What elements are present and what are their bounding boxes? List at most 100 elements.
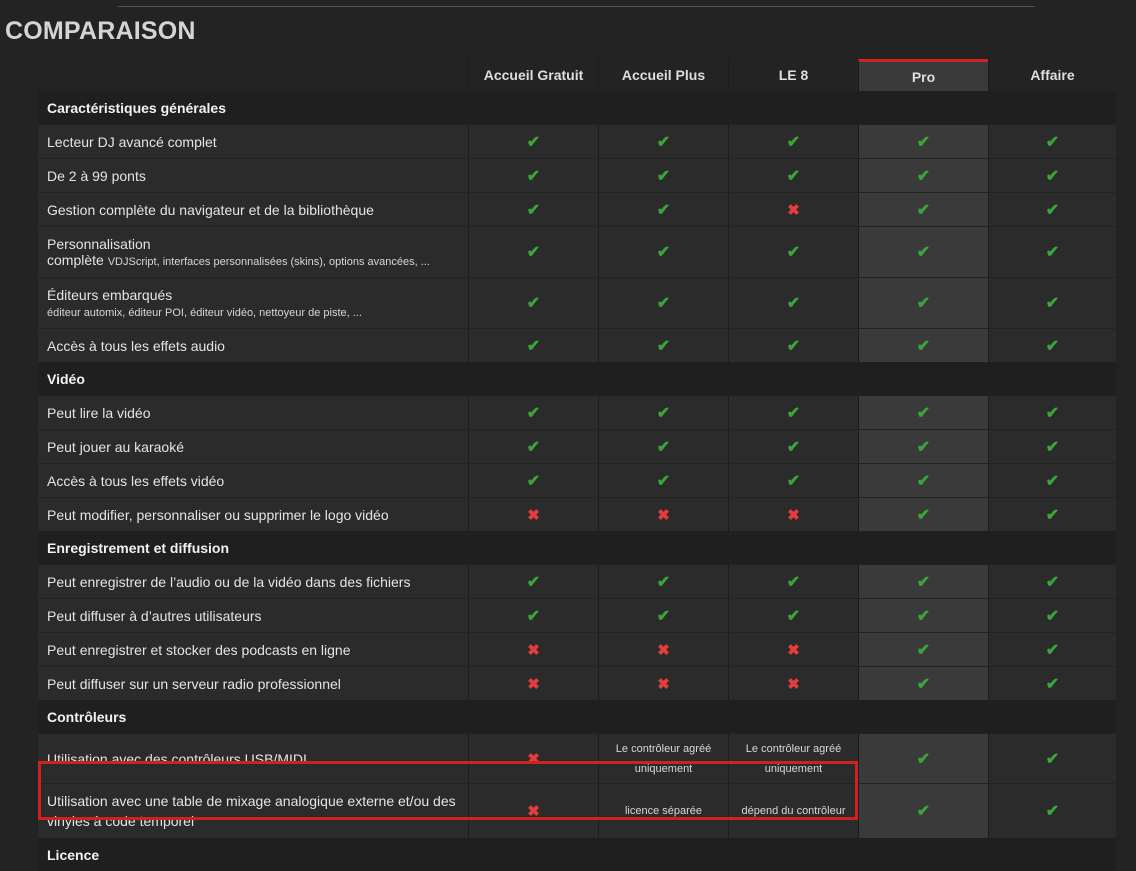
feature-cell: ✖ — [598, 633, 728, 666]
feature-cell: ✔ — [598, 159, 728, 192]
row-label-text: Éditeurs embarqués — [47, 287, 468, 303]
check-icon: ✔ — [1045, 337, 1060, 355]
table-row: Accès à tous les effets audio ✔ ✔ ✔ ✔ ✔ — [38, 328, 1116, 362]
cross-icon: ✖ — [527, 675, 540, 693]
check-icon: ✔ — [1045, 133, 1060, 151]
row-label-main: Personnalisation — [47, 236, 151, 252]
row-label: Peut diffuser à d’autres utilisateurs — [38, 599, 468, 632]
check-icon: ✔ — [1045, 201, 1060, 219]
cross-icon: ✖ — [657, 641, 670, 659]
check-icon: ✔ — [1045, 295, 1060, 312]
row-label: Peut diffuser sur un serveur radio profe… — [38, 667, 468, 700]
cross-icon: ✖ — [787, 675, 800, 693]
check-icon: ✔ — [916, 472, 931, 490]
feature-cell: ✔ — [988, 227, 1116, 277]
feature-cell: ✔ — [858, 667, 988, 700]
cell-note: Le contrôleur agréé uniquement — [745, 742, 842, 775]
feature-cell: ✔ — [858, 734, 988, 783]
feature-cell: ✔ — [468, 565, 598, 598]
row-label-main: Utilisation avec des contrôleurs USB/MID… — [47, 750, 307, 767]
feature-cell: ✔ — [988, 633, 1116, 666]
check-icon: ✔ — [656, 337, 671, 355]
section-title: Enregistrement et diffusion — [47, 539, 230, 556]
row-label: Peut enregistrer de l’audio ou de la vid… — [38, 565, 468, 598]
row-label-text: Lecteur DJ avancé complet — [47, 134, 468, 150]
section-title: Caractéristiques générales — [47, 99, 226, 116]
check-icon: ✔ — [526, 472, 541, 490]
feature-cell: ✔ — [468, 430, 598, 463]
feature-cell: ✔ — [468, 227, 598, 277]
row-label-text: Accès à tous les effets audio — [47, 338, 468, 354]
feature-cell: ✖ — [468, 734, 598, 783]
check-icon: ✔ — [526, 404, 541, 422]
table-row: Peut modifier, personnaliser ou supprime… — [38, 497, 1116, 531]
check-icon: ✔ — [916, 750, 931, 768]
feature-cell: ✔ — [728, 599, 858, 632]
check-icon: ✔ — [656, 244, 671, 261]
table-row: Utilisation avec une table de mixage ana… — [38, 783, 1116, 838]
row-label: Lecteur DJ avancé complet — [38, 125, 468, 158]
feature-cell: ✖ — [468, 498, 598, 531]
feature-cell: ✔ — [728, 464, 858, 497]
section-header: Vidéo — [38, 362, 1116, 395]
feature-cell: ✔ — [598, 464, 728, 497]
check-icon: ✔ — [916, 337, 931, 355]
feature-cell: ✔ — [598, 227, 728, 277]
feature-cell: ✔ — [728, 227, 858, 277]
row-label-main: Accès à tous les effets vidéo — [47, 472, 225, 489]
check-icon: ✔ — [526, 438, 541, 456]
row-label: Peut jouer au karaoké — [38, 430, 468, 463]
section-header: Licence — [38, 838, 1116, 871]
feature-cell: ✔ — [988, 565, 1116, 598]
feature-cell: ✔ — [858, 193, 988, 226]
cross-icon: ✖ — [527, 506, 540, 524]
row-label: Accès à tous les effets audio — [38, 329, 468, 362]
cross-icon: ✖ — [787, 506, 800, 524]
row-label-text: Peut enregistrer de l’audio ou de la vid… — [47, 574, 468, 590]
feature-cell: ✔ — [598, 599, 728, 632]
table-header-row: Accueil Gratuit Accueil Plus LE 8 Pro Af… — [38, 59, 1116, 91]
row-label-text: Utilisation avec une table de mixage ana… — [47, 791, 468, 831]
feature-cell: Le contrôleur agréé uniquement — [598, 734, 728, 783]
feature-cell: ✔ — [988, 599, 1116, 632]
feature-cell: ✔ — [858, 159, 988, 192]
check-icon: ✔ — [1045, 573, 1060, 591]
section-header: Contrôleurs — [38, 700, 1116, 733]
check-icon: ✔ — [916, 803, 931, 820]
feature-cell: ✔ — [988, 125, 1116, 158]
check-icon: ✔ — [526, 295, 541, 312]
column-header-affaire: Affaire — [988, 59, 1116, 91]
check-icon: ✔ — [656, 607, 671, 625]
check-icon: ✔ — [1045, 607, 1060, 625]
check-icon: ✔ — [786, 438, 801, 456]
section-title: Vidéo — [47, 370, 85, 387]
cross-icon: ✖ — [527, 750, 540, 768]
cell-note: dépend du contrôleur — [741, 805, 846, 817]
check-icon: ✔ — [1045, 244, 1060, 261]
feature-cell: ✔ — [728, 159, 858, 192]
feature-cell: ✔ — [988, 430, 1116, 463]
row-label-main: Éditeurs embarqués — [47, 287, 173, 303]
check-icon: ✔ — [1045, 404, 1060, 422]
feature-cell: ✖ — [728, 667, 858, 700]
row-label-subtext: VDJScript, interfaces personnalisées (sk… — [107, 256, 430, 268]
check-icon: ✔ — [786, 404, 801, 422]
check-icon: ✔ — [656, 295, 671, 312]
feature-cell: ✔ — [598, 329, 728, 362]
check-icon: ✔ — [786, 244, 801, 261]
check-icon: ✔ — [1045, 472, 1060, 490]
check-icon: ✔ — [526, 133, 541, 151]
check-icon: ✔ — [656, 404, 671, 422]
row-label-text: Peut modifier, personnaliser ou supprime… — [47, 507, 468, 523]
check-icon: ✔ — [656, 472, 671, 490]
check-icon: ✔ — [526, 607, 541, 625]
feature-cell: ✔ — [858, 464, 988, 497]
feature-cell: ✔ — [598, 396, 728, 429]
feature-cell: ✖ — [728, 633, 858, 666]
row-label-main: Peut jouer au karaoké — [47, 438, 184, 455]
row-label-main: Peut enregistrer et stocker des podcasts… — [47, 641, 351, 658]
check-icon: ✔ — [786, 295, 801, 312]
feature-cell: ✖ — [598, 498, 728, 531]
cross-icon: ✖ — [527, 803, 540, 820]
feature-cell: ✔ — [598, 193, 728, 226]
